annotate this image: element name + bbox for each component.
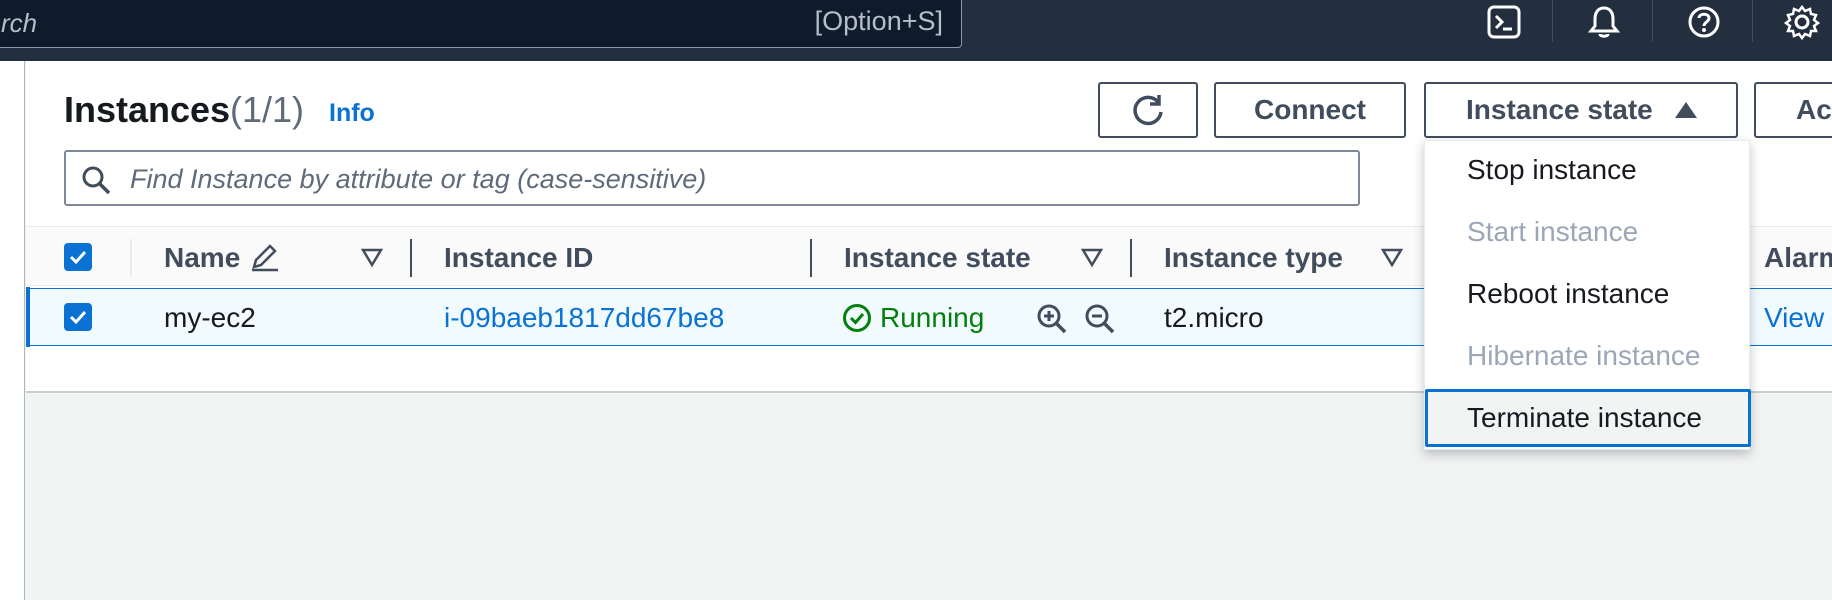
search-shortcut-hint: [Option+S] [814,6,943,36]
menu-item-reboot-instance[interactable]: Reboot instance [1425,265,1751,323]
actions-button-label: Ac [1796,94,1832,125]
sort-icon[interactable] [1080,245,1104,274]
column-header-instance-state[interactable]: Instance state [844,242,1031,274]
nav-divider [1552,0,1553,42]
instance-type: t2.micro [1164,302,1264,333]
global-search-placeholder: rch [1,8,38,38]
refresh-button[interactable] [1098,82,1198,138]
menu-item-start-instance: Start instance [1467,216,1639,247]
zoom-in-icon[interactable] [1036,303,1068,340]
row-checkbox[interactable] [64,303,92,331]
instance-count: (1/1) [230,89,305,130]
instance-state-button-label: Instance state [1466,94,1653,125]
column-resizer[interactable] [810,239,812,277]
check-icon [69,310,87,325]
info-link[interactable]: Info [329,99,375,128]
page-title: Instances [64,89,231,130]
cloudshell-icon[interactable] [1482,0,1526,44]
top-navigation: rch [Option+S] [0,0,1832,61]
alarm-view-link[interactable]: View [1764,302,1824,334]
help-icon[interactable] [1682,0,1726,44]
sort-icon[interactable] [1380,245,1404,274]
status-running: Running [842,302,984,334]
refresh-icon [1133,95,1163,126]
menu-item-terminate-instance[interactable]: Terminate instance [1425,389,1751,447]
column-resizer[interactable] [1130,239,1132,277]
status-running-label: Running [880,302,985,333]
bell-icon[interactable] [1582,0,1626,44]
check-circle-icon [843,304,871,332]
check-icon [69,250,87,265]
select-all-checkbox[interactable] [64,243,92,271]
menu-item-stop-instance[interactable]: Stop instance [1425,141,1751,199]
instance-state-menu: Stop instance Start instance Reboot inst… [1424,140,1751,450]
search-icon [80,164,112,201]
instance-filter-input[interactable]: Find Instance by attribute or tag (case-… [64,150,1360,206]
nav-divider [1652,0,1653,42]
instance-id-link[interactable]: i-09baeb1817dd67be8 [444,302,724,334]
row-selection-indicator [26,287,30,347]
column-resizer[interactable] [410,239,412,277]
side-panel-edge [0,61,25,600]
global-search-input[interactable]: rch [Option+S] [0,0,962,48]
column-header-name[interactable]: Name [164,242,240,274]
menu-item-hibernate-instance: Hibernate instance [1467,340,1701,371]
sort-icon[interactable] [360,245,384,274]
nav-divider [1752,0,1753,42]
instance-state-button[interactable]: Instance state [1424,82,1738,138]
actions-button[interactable]: Ac [1754,82,1832,138]
zoom-out-icon[interactable] [1084,303,1116,340]
caret-up-icon [1674,102,1697,118]
edit-icon[interactable] [248,241,280,278]
gear-icon[interactable] [1780,0,1824,44]
filter-placeholder: Find Instance by attribute or tag (case-… [130,164,707,194]
column-header-instance-type[interactable]: Instance type [1164,242,1343,274]
column-header-instance-id[interactable]: Instance ID [444,242,593,274]
column-header-alarm[interactable]: Alarm [1764,242,1832,274]
column-divider [130,239,132,277]
instance-name: my-ec2 [164,302,256,333]
connect-button[interactable]: Connect [1214,82,1406,138]
